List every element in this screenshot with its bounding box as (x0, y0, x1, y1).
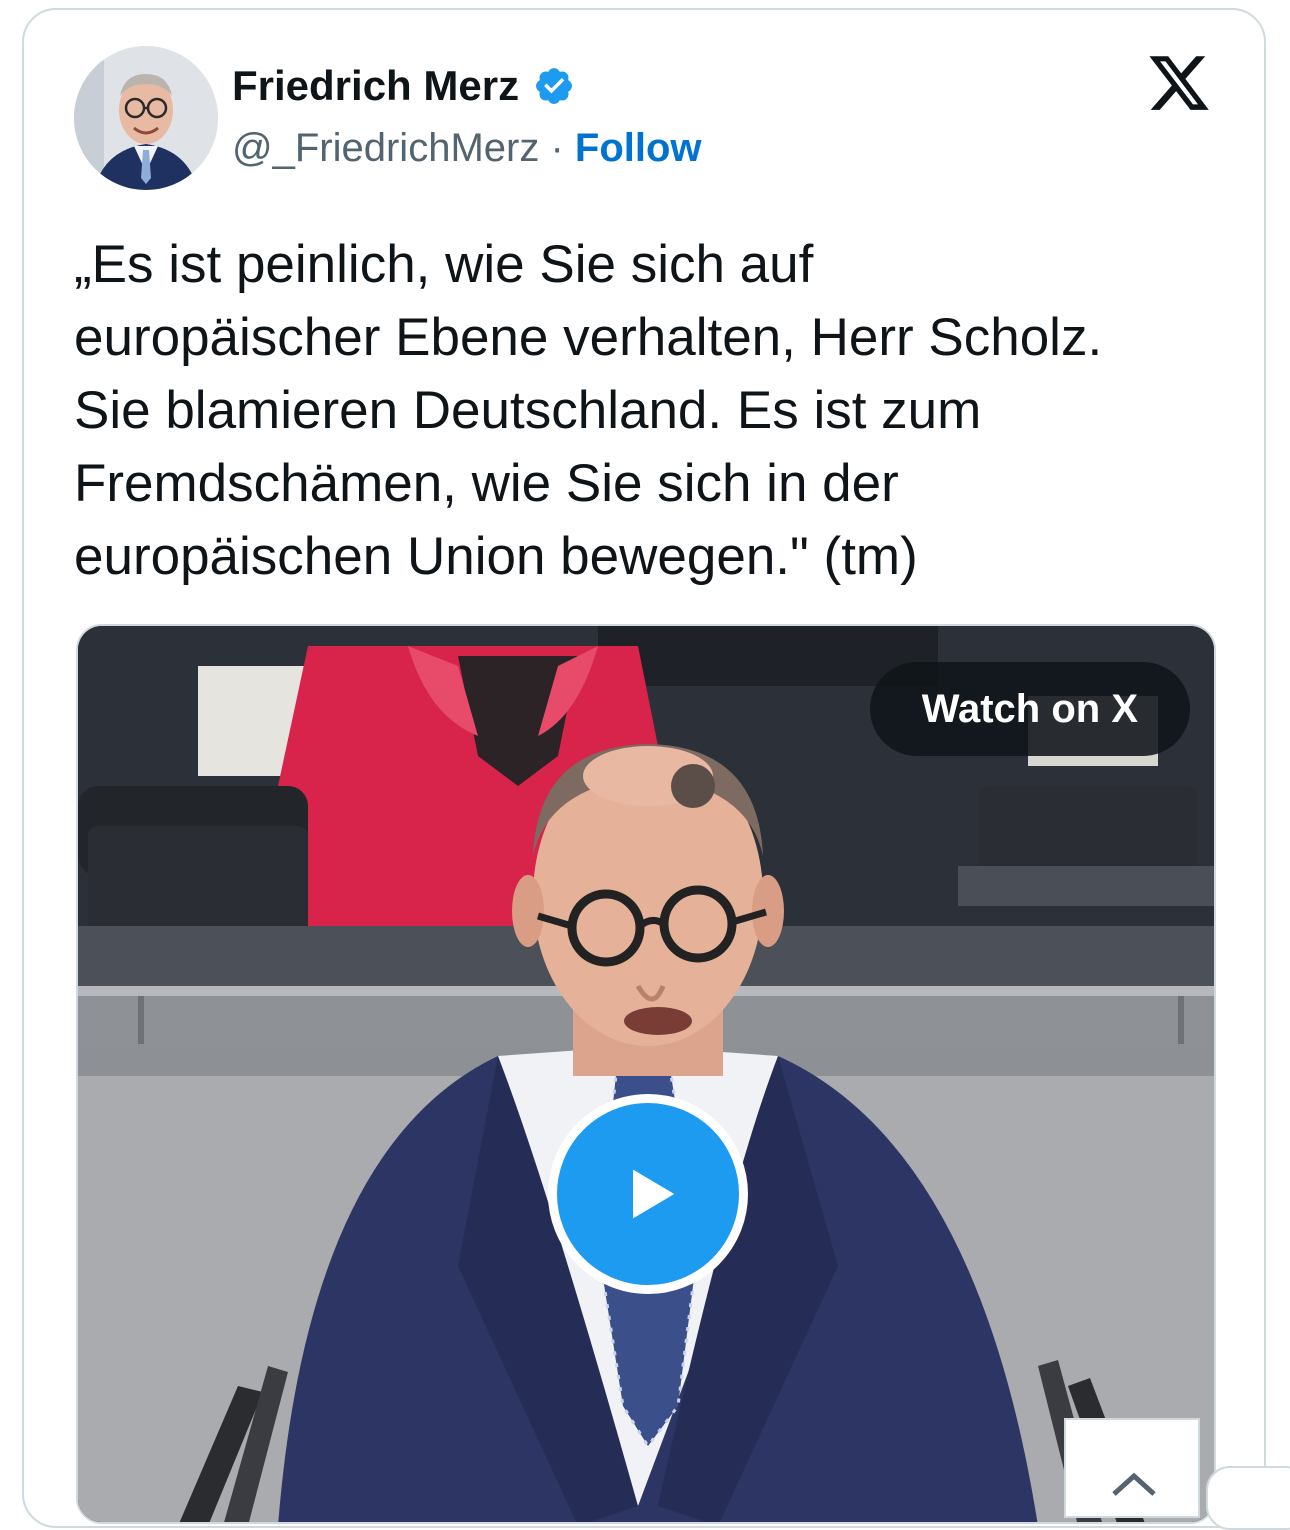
author-handle[interactable]: @_FriedrichMerz (232, 126, 539, 170)
watch-on-x-label: Watch on X (921, 686, 1138, 731)
tweet-text: „Es ist peinlich, wie Sie sich auf europ… (74, 235, 1103, 586)
video-thumbnail (78, 626, 1214, 1522)
verified-badge-icon (536, 68, 573, 104)
avatar[interactable] (74, 46, 218, 190)
video-player[interactable]: Watch on X (76, 624, 1216, 1524)
avatar-photo (74, 46, 218, 190)
chevron-up-icon (1112, 1472, 1156, 1496)
x-logo-icon[interactable] (1146, 50, 1212, 116)
scroll-to-top-button[interactable] (1064, 1418, 1200, 1518)
follow-button[interactable]: Follow (575, 126, 702, 170)
tweet-card[interactable]: Friedrich Merz @_FriedrichMerz · Follow … (22, 8, 1266, 1528)
display-name[interactable]: Friedrich Merz (232, 62, 575, 110)
play-icon (633, 1169, 675, 1219)
display-name-text: Friedrich Merz (232, 62, 520, 109)
handle-row: @_FriedrichMerz · Follow (232, 126, 702, 171)
separator-dot: · (550, 126, 564, 170)
watch-on-x-button[interactable]: Watch on X (869, 662, 1190, 756)
play-button[interactable] (548, 1094, 748, 1294)
adjacent-card-fragment (1206, 1466, 1290, 1530)
